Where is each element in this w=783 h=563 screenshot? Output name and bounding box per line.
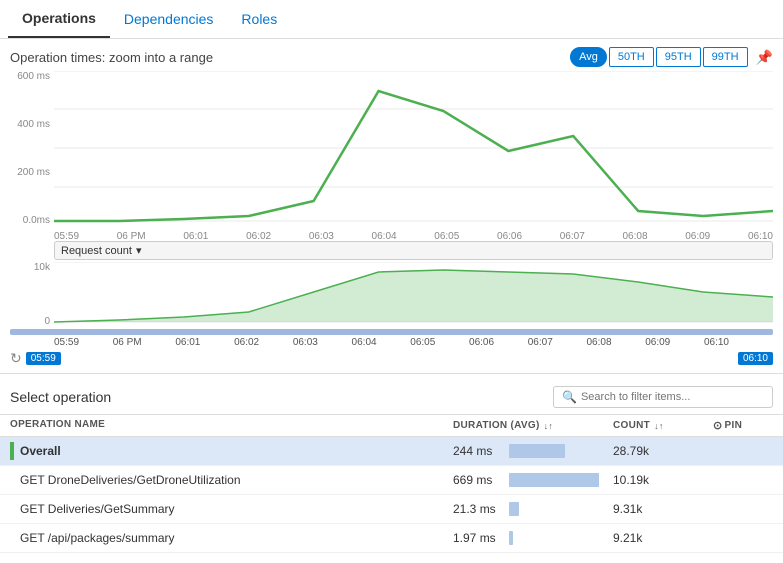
cell-count: 9.31k	[613, 502, 713, 516]
chart-title: Operation times: zoom into a range	[10, 50, 213, 65]
row-indicator	[10, 529, 14, 547]
req-y-10k: 10k	[10, 262, 50, 273]
tab-roles[interactable]: Roles	[227, 1, 291, 37]
request-count-label: Request count	[61, 245, 132, 257]
cell-count: 10.19k	[613, 473, 713, 487]
row-indicator	[10, 471, 14, 489]
start-bookmark: 05:59	[26, 352, 61, 365]
tabs-bar: Operations Dependencies Roles	[0, 0, 783, 39]
request-count-dropdown[interactable]: Request count ▾	[54, 241, 773, 260]
y-label-200: 200 ms	[10, 167, 50, 178]
tr-label-8: 06:07	[528, 337, 553, 348]
tr-label-9: 06:08	[586, 337, 611, 348]
tr-label-1: 06 PM	[113, 337, 142, 348]
tr-label-4: 06:03	[293, 337, 318, 348]
table-row[interactable]: GET /api/packages/summary 1.97 ms 9.21k	[0, 524, 783, 553]
divider	[0, 373, 783, 374]
request-count-area: Request count ▾ 10k 0	[0, 241, 783, 327]
dropdown-chevron-icon: ▾	[136, 244, 142, 257]
row-indicator	[10, 442, 14, 460]
duration-bar	[509, 531, 513, 545]
col-header-pin: ⊙ PIN	[713, 419, 773, 432]
table-row[interactable]: Overall 244 ms 28.79k	[0, 437, 783, 466]
end-bookmark: 06:10	[738, 352, 773, 365]
percentile-group: Avg 50TH 95TH 99TH 📌	[570, 47, 773, 67]
tr-label-0: 05:59	[54, 337, 79, 348]
tr-label-3: 06:02	[234, 337, 259, 348]
cell-name: GET Deliveries/GetSummary	[20, 502, 453, 516]
line-chart-svg	[54, 71, 773, 226]
row-indicator	[10, 500, 14, 518]
search-box[interactable]: 🔍	[553, 386, 773, 408]
ops-title: Select operation	[10, 389, 111, 405]
tab-operations[interactable]: Operations	[8, 0, 110, 38]
range-bookmarks-row: ↻ 05:59 06:10	[10, 350, 773, 367]
tr-label-2: 06:01	[175, 337, 200, 348]
y-label-400: 400 ms	[10, 119, 50, 130]
col-header-count: COUNT ↓↑	[613, 419, 713, 432]
pin-circle-icon: ⊙	[713, 419, 723, 432]
pct-avg-button[interactable]: Avg	[570, 47, 607, 67]
cell-count: 28.79k	[613, 444, 713, 458]
time-range-selector[interactable]	[10, 329, 773, 335]
table-row[interactable]: GET DroneDeliveries/GetDroneUtilization …	[0, 466, 783, 495]
table-row[interactable]: GET Deliveries/GetSummary 21.3 ms 9.31k	[0, 495, 783, 524]
tr-label-6: 06:05	[410, 337, 435, 348]
range-nav-icon[interactable]: ↻	[10, 350, 22, 367]
cell-duration: 244 ms	[453, 444, 613, 458]
cell-duration: 21.3 ms	[453, 502, 613, 516]
col-header-name: OPERATION NAME	[10, 419, 453, 432]
duration-bar	[509, 502, 519, 516]
time-range-labels: 05:59 06 PM 06:01 06:02 06:03 06:04 06:0…	[54, 335, 729, 348]
pct-95-button[interactable]: 95TH	[656, 47, 701, 67]
chart-header: Operation times: zoom into a range Avg 5…	[0, 39, 783, 71]
tr-label-11: 06:10	[704, 337, 729, 348]
table-header: OPERATION NAME DURATION (AVG) ↓↑ COUNT ↓…	[0, 414, 783, 437]
tr-label-7: 06:06	[469, 337, 494, 348]
duration-bar	[509, 473, 599, 487]
req-y-0: 0	[10, 316, 50, 327]
cell-duration: 669 ms	[453, 473, 613, 487]
tr-label-10: 06:09	[645, 337, 670, 348]
pct-99-button[interactable]: 99TH	[703, 47, 748, 67]
cell-name: GET /api/packages/summary	[20, 531, 453, 545]
pct-50-button[interactable]: 50TH	[609, 47, 654, 67]
chart-pin-icon[interactable]: 📌	[756, 49, 773, 66]
search-icon: 🔍	[562, 390, 577, 404]
ops-header: Select operation 🔍	[0, 380, 783, 414]
cell-name: GET DroneDeliveries/GetDroneUtilization	[20, 473, 453, 487]
tr-label-5: 06:04	[352, 337, 377, 348]
tab-dependencies[interactable]: Dependencies	[110, 1, 228, 37]
duration-sort-icon[interactable]: ↓↑	[544, 421, 554, 431]
line-chart-area: 600 ms 400 ms 200 ms 0.0ms 05:59 06 PM 0…	[0, 71, 783, 241]
search-input[interactable]	[581, 391, 764, 403]
y-label-0: 0.0ms	[10, 215, 50, 226]
count-sort-icon[interactable]: ↓↑	[654, 421, 664, 431]
y-label-600: 600 ms	[10, 71, 50, 82]
cell-duration: 1.97 ms	[453, 531, 613, 545]
duration-bar	[509, 444, 565, 458]
request-count-svg	[54, 262, 773, 327]
col-header-duration: DURATION (AVG) ↓↑	[453, 419, 613, 432]
cell-count: 9.21k	[613, 531, 713, 545]
cell-name: Overall	[20, 444, 453, 458]
